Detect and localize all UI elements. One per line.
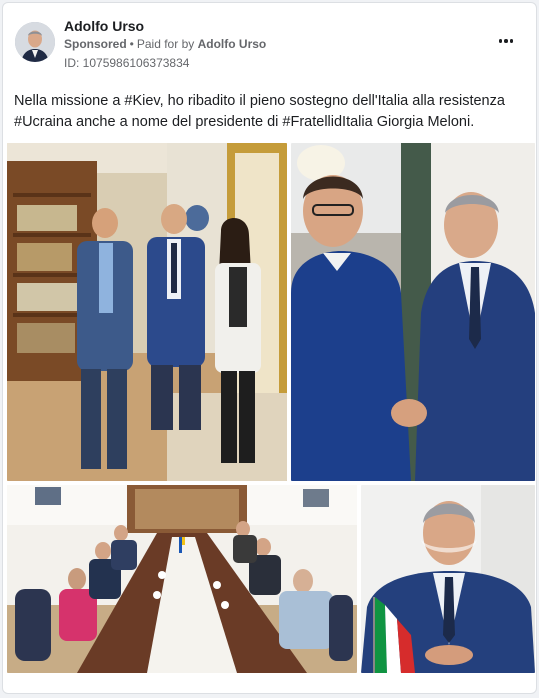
- photo-office-group[interactable]: [7, 143, 287, 481]
- post-text-line-2: #Ucraina anche a nome del presidente di …: [14, 114, 475, 130]
- post-text: Nella missione a #Kiev, ho ribadito il p…: [14, 91, 529, 133]
- photo-portrait[interactable]: [361, 485, 535, 673]
- author-name[interactable]: Adolfo Urso: [64, 18, 144, 34]
- ad-id: ID: 1075986106373834: [64, 56, 190, 70]
- author-avatar[interactable]: [15, 22, 55, 62]
- paid-for-label: Paid for by: [136, 37, 195, 51]
- more-options-icon[interactable]: [494, 31, 518, 51]
- post-text-line-1: Nella missione a #Kiev, ho ribadito il p…: [14, 93, 505, 109]
- photo-handshake[interactable]: [291, 143, 535, 481]
- meta-separator: •: [129, 37, 134, 51]
- ad-post-card: Adolfo Urso Sponsored • Paid for by Adolfo…: [2, 2, 537, 694]
- photo-meeting[interactable]: [7, 485, 357, 673]
- paid-for-name[interactable]: Adolfo Urso: [198, 37, 267, 51]
- sponsored-label: Sponsored: [64, 37, 127, 51]
- sponsorship-line: Sponsored • Paid for by Adolfo Urso: [64, 37, 266, 51]
